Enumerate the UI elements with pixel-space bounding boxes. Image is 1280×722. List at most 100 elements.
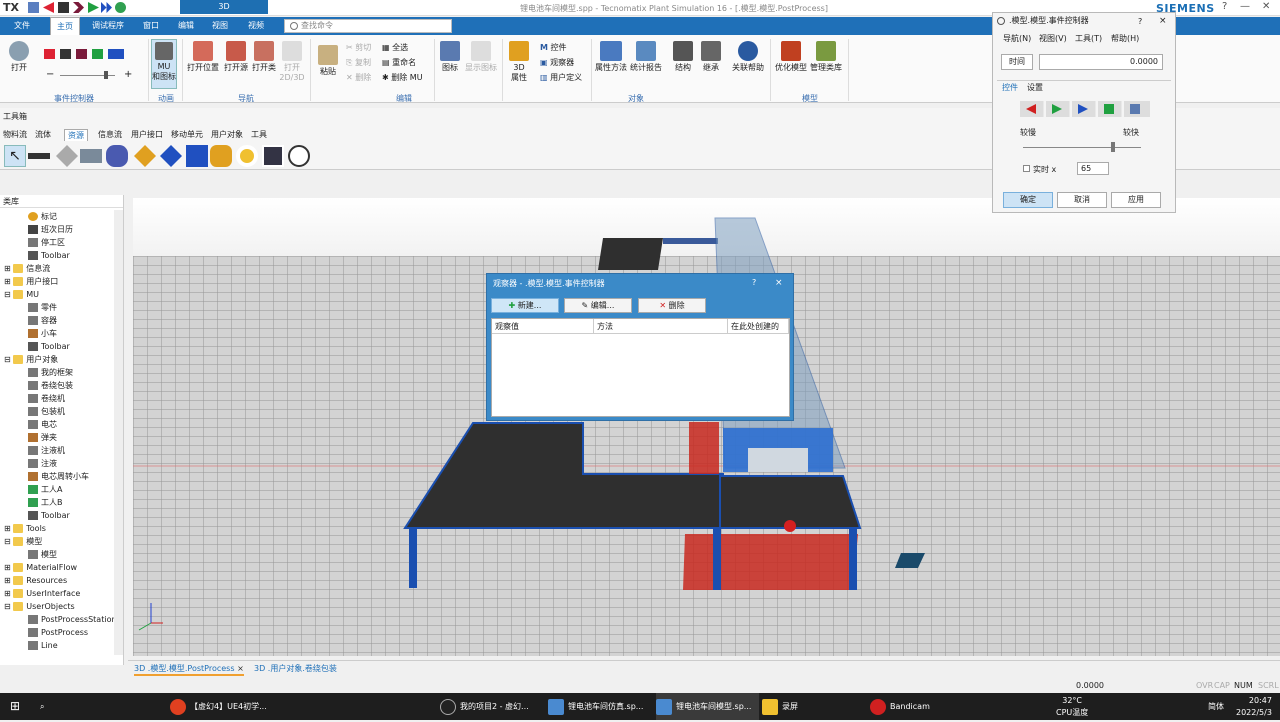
taskbar-item[interactable]: 锂电池车间模型.sp... <box>656 693 760 720</box>
step-control-icon[interactable] <box>1104 104 1114 114</box>
cancel-button[interactable]: 取消 <box>1057 192 1107 208</box>
tree-item[interactable]: ⊞ Tools <box>4 522 46 535</box>
speed-slider-thumb[interactable] <box>104 71 108 79</box>
tree-item[interactable]: 卷绕包装 <box>28 379 73 392</box>
tab-file[interactable]: 文件 <box>6 17 38 35</box>
optimize-model-button[interactable]: 优化模型 <box>774 41 808 73</box>
start-icon[interactable] <box>88 2 99 13</box>
tree-item[interactable]: 卷绕机 <box>28 392 65 405</box>
open-2d3d-button[interactable]: 打开 2D/3D <box>278 41 306 83</box>
window-help-icon[interactable]: ? <box>1222 1 1227 12</box>
toolbox-tab-user-interface[interactable]: 用户接口 <box>131 129 163 140</box>
tree-item[interactable]: 标记 <box>28 210 57 223</box>
menu-help[interactable]: 帮助(H) <box>1111 33 1139 44</box>
tree-item[interactable]: 包装机 <box>28 405 65 418</box>
observer-button[interactable]: ▣ 观察器 <box>540 57 574 68</box>
tab-edit[interactable]: 编辑 <box>172 17 200 35</box>
speed-plus[interactable]: + <box>124 69 132 80</box>
3d-attributes-button[interactable]: 3D 属性 <box>506 41 532 83</box>
schedule-tool-icon[interactable] <box>262 145 284 167</box>
taskbar-item[interactable]: 我的项目2 - 虚幻... <box>440 693 529 720</box>
toolbox-tab-user-objects[interactable]: 用户对象 <box>211 129 243 140</box>
toolbox-tab-resources[interactable]: 资源 <box>64 129 88 141</box>
ime-indicator[interactable]: 简体 <box>1208 693 1224 720</box>
dialog-help-icon[interactable]: ? <box>752 278 756 287</box>
controller-help-icon[interactable]: ? <box>1138 17 1142 26</box>
pointer-tool-icon[interactable]: ↖ <box>4 145 26 167</box>
tab-debugger[interactable]: 调试程序 <box>88 17 128 35</box>
tree-item[interactable]: 零件 <box>28 301 57 314</box>
column-header-created[interactable]: 在此处创建的 <box>728 319 789 334</box>
open-location-button[interactable]: 打开位置 <box>186 41 220 73</box>
tree-item[interactable]: ⊟ 模型 <box>4 535 42 548</box>
tab-window[interactable]: 窗口 <box>138 17 164 35</box>
shift-calendar-tool-icon[interactable] <box>160 145 182 167</box>
tab-control[interactable]: 控件 <box>1002 82 1018 93</box>
tree-item[interactable]: ⊞ MaterialFlow <box>4 561 77 574</box>
save-icon[interactable] <box>28 2 39 13</box>
context-tab-3d[interactable]: 3D <box>180 0 268 14</box>
tree-item[interactable]: ⊟ MU <box>4 288 39 301</box>
open-class-button[interactable]: 打开类 <box>250 41 278 73</box>
footpath-tool-icon[interactable] <box>80 149 102 163</box>
reset-icon[interactable] <box>43 2 54 13</box>
tree-item[interactable]: 模型 <box>28 548 57 561</box>
tree-item[interactable]: 工人A <box>28 483 62 496</box>
tree-item[interactable]: 停工区 <box>28 236 65 249</box>
tree-item[interactable]: 工人B <box>28 496 63 509</box>
exporter-tool-icon[interactable] <box>106 145 128 167</box>
realtime-checkbox[interactable] <box>1023 165 1030 172</box>
realtime-input[interactable]: 65 <box>1077 162 1109 175</box>
speed-track[interactable] <box>1023 147 1141 148</box>
tree-item[interactable]: ⊞ Resources <box>4 574 67 587</box>
taskbar-item[interactable]: 【虚幻4】UE4初学... <box>170 693 267 720</box>
tree-item[interactable]: Toolbar <box>28 340 70 353</box>
taskbar-item[interactable]: Bandicam <box>870 693 930 720</box>
ok-button[interactable]: 确定 <box>1003 192 1053 208</box>
icon-button[interactable]: 图标 <box>438 41 462 73</box>
delete-mu-button[interactable]: ✱ 删除 MU <box>382 72 423 83</box>
toolbox-tab-mobile-units[interactable]: 移动单元 <box>171 129 203 140</box>
tree-item[interactable]: 弹夹 <box>28 431 57 444</box>
delete-button[interactable]: ✕ 删除 <box>346 72 371 83</box>
manage-library-button[interactable]: 管理类库 <box>808 41 844 73</box>
minimize-icon[interactable]: — <box>1240 1 1250 12</box>
menu-navigate[interactable]: 导航(N) <box>1003 33 1031 44</box>
tree-item[interactable]: 小车 <box>28 327 57 340</box>
control-button[interactable]: M 控件 <box>540 42 567 53</box>
tab-home[interactable]: 主页 <box>50 17 80 35</box>
toolbox-tab-tools[interactable]: 工具 <box>251 129 267 140</box>
controller-close-icon[interactable]: × <box>1159 16 1167 26</box>
tab-settings[interactable]: 设置 <box>1027 82 1043 93</box>
copy-button[interactable]: ⎘ 复制 <box>346 57 371 68</box>
related-help-button[interactable]: 关联帮助 <box>730 41 766 73</box>
time-field[interactable]: 0.0000 <box>1039 54 1163 70</box>
speed-minus[interactable]: − <box>46 69 54 80</box>
tree-item[interactable]: 容器 <box>28 314 57 327</box>
tree-item[interactable]: 电芯周转小车 <box>28 470 89 483</box>
user-defined-button[interactable]: ▥ 用户定义 <box>540 72 582 83</box>
toolbox-tab-material-flow[interactable]: 物料流 <box>3 129 27 140</box>
properties-methods-button[interactable]: 属性方法 <box>594 41 628 73</box>
tab-view[interactable]: 视图 <box>206 17 234 35</box>
statistics-report-button[interactable]: 统计报告 <box>628 41 664 73</box>
edit-button[interactable]: ✎ 编辑... <box>564 298 632 313</box>
cut-button[interactable]: ✂ 剪切 <box>346 42 371 53</box>
tab-video[interactable]: 视频 <box>242 17 270 35</box>
column-header-method[interactable]: 方法 <box>594 319 728 334</box>
tree-item[interactable]: 注液 <box>28 457 57 470</box>
tree-item[interactable]: ⊟ 用户对象 <box>4 353 58 366</box>
tree-item[interactable]: 电芯 <box>28 418 57 431</box>
structure-button[interactable]: 结构 <box>670 41 696 73</box>
observer-list[interactable]: 观察值 方法 在此处创建的 <box>491 318 790 417</box>
tree-item[interactable]: 注液机 <box>28 444 65 457</box>
workplace-tool-icon[interactable] <box>56 145 78 167</box>
tree-item[interactable]: PostProcess <box>28 626 88 639</box>
show-icon-button[interactable]: 显示图标 <box>464 41 498 73</box>
tree-item[interactable]: PostProcessStation <box>28 613 117 626</box>
mu-part[interactable] <box>784 520 796 532</box>
doc-tab-close-icon[interactable]: × <box>237 664 244 673</box>
fast-forward-icon[interactable] <box>101 2 112 13</box>
rename-button[interactable]: ▤ 重命名 <box>382 57 416 68</box>
3d-viewport[interactable] <box>133 198 1280 656</box>
